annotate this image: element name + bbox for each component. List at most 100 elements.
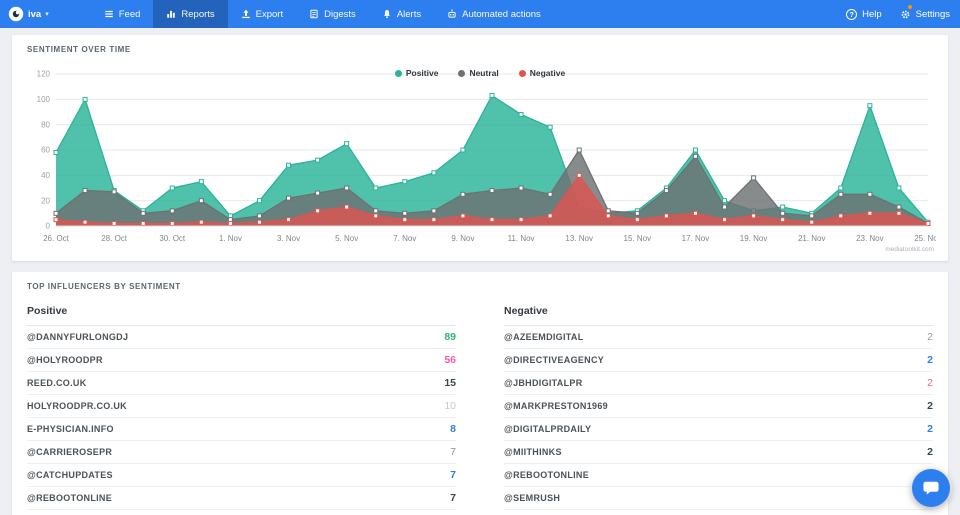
influencer-row[interactable]: @REBOOTONLINE2 — [504, 464, 933, 487]
influencer-name[interactable]: @REBOOTONLINE — [27, 493, 112, 503]
influencer-row[interactable]: HOLYROODPR.CO.UK 10 — [27, 395, 456, 418]
influencer-row[interactable]: @REBOOTONLINE7 — [27, 487, 456, 510]
help-button[interactable]: ? Help — [846, 9, 882, 20]
svg-text:21. Nov: 21. Nov — [798, 234, 826, 243]
watermark: mediatoolkit.com — [24, 246, 936, 259]
influencer-count: 2 — [927, 331, 933, 343]
svg-text:80: 80 — [41, 120, 50, 129]
influencer-name[interactable]: HOLYROODPR.CO.UK — [27, 401, 127, 411]
nav-item-label: Digests — [324, 9, 356, 20]
influencer-name[interactable]: @HOLYROODPR — [27, 355, 103, 365]
chevron-down-icon: ▾ — [45, 10, 49, 18]
nav-item-reports[interactable]: Reports — [153, 0, 227, 28]
nav-item-alerts[interactable]: Alerts — [369, 0, 434, 28]
influencer-name[interactable]: @DIGITALPRDAILY — [504, 424, 591, 434]
settings-label: Settings — [916, 9, 950, 20]
svg-text:20: 20 — [41, 196, 50, 205]
svg-text:25. Nov: 25. Nov — [914, 234, 936, 243]
svg-text:17. Nov: 17. Nov — [682, 234, 710, 243]
influencer-name[interactable]: @SEMRUSH — [504, 493, 560, 503]
legend-label: Negative — [530, 68, 565, 78]
influencer-row[interactable]: @HOLYROODPR 56 — [27, 349, 456, 372]
svg-text:40: 40 — [41, 171, 50, 180]
nav-item-feed[interactable]: Feed — [91, 0, 154, 28]
settings-button[interactable]: Settings — [900, 9, 950, 20]
sentiment-card-title: SENTIMENT OVER TIME — [12, 35, 948, 62]
legend-positive[interactable]: Positive — [395, 68, 439, 78]
influencer-count: 10 — [444, 400, 456, 412]
svg-text:9. Nov: 9. Nov — [451, 234, 474, 243]
influencer-count: 56 — [444, 354, 456, 366]
influencer-row[interactable]: @CARRIEROSEPR 7 — [27, 441, 456, 464]
svg-text:1. Nov: 1. Nov — [219, 234, 242, 243]
nav-items: Feed Reports Export Digests Alerts Automated … — [91, 0, 554, 28]
influencer-name[interactable]: @CARRIEROSEPR — [27, 447, 112, 457]
influencer-name[interactable]: @REBOOTONLINE — [504, 470, 589, 480]
svg-text:13. Nov: 13. Nov — [565, 234, 593, 243]
influencer-count: 2 — [927, 377, 933, 389]
influencer-row[interactable]: @MARKPRESTON1969 2 — [504, 395, 933, 418]
influencer-name[interactable]: @MIITHINKS — [504, 447, 562, 457]
influencer-count: 2 — [927, 400, 933, 412]
influencer-name[interactable]: @AZEEMDIGITAL — [504, 332, 584, 342]
influencer-row[interactable]: @DIRECTIVEAGENCY 2 — [504, 349, 933, 372]
sentiment-chart[interactable]: PositiveNeutralNegative 0204060801001202… — [12, 62, 948, 261]
influencers-card-title: TOP INFLUENCERS BY SENTIMENT — [12, 272, 948, 299]
positive-column-header: Positive — [27, 299, 456, 326]
sentiment-over-time-card: SENTIMENT OVER TIME Positive Neutral Negat… — [12, 35, 948, 261]
influencer-count: 2 — [927, 354, 933, 366]
svg-text:15. Nov: 15. Nov — [624, 234, 652, 243]
top-influencers-card: TOP INFLUENCERS BY SENTIMENT Positive @D… — [12, 272, 948, 515]
nav-item-label: Feed — [119, 9, 141, 20]
chart-legend: Positive Neutral Negative — [12, 68, 948, 78]
influencer-name[interactable]: @CATCHUPDATES — [27, 470, 113, 480]
influencer-row[interactable]: @AZEEMDIGITAL 2 — [504, 326, 933, 349]
top-navbar: iva ▾ Feed Reports Export Digests Alerts Auto… — [0, 0, 960, 28]
chat-bubble-icon — [922, 479, 940, 497]
negative-influencers-column: Negative @AZEEMDIGITAL2@DIRECTIVEAGENCY2… — [504, 299, 933, 515]
influencer-row[interactable]: @DIGITALPRDAILY2 — [504, 418, 933, 441]
influencer-name[interactable]: @DIRECTIVEAGENCY — [504, 355, 604, 365]
influencer-row[interactable]: E-PHYSICIAN.INFO8 — [27, 418, 456, 441]
svg-text:26. Oct: 26. Oct — [43, 234, 70, 243]
influencer-row[interactable]: @RAJEEV965273231 — [504, 510, 933, 515]
brand-menu[interactable]: iva ▾ — [8, 6, 49, 22]
legend-dot-icon — [395, 70, 402, 77]
influencer-row[interactable]: PAGES10.COM7 — [27, 510, 456, 515]
chart-plot-area[interactable]: 02040608010012026. Oct28. Oct30. Oct1. N… — [24, 62, 936, 252]
digests-icon — [309, 9, 319, 19]
reports-icon — [166, 9, 176, 19]
svg-text:19. Nov: 19. Nov — [740, 234, 768, 243]
brand-name: iva — [28, 9, 41, 20]
influencer-count: 2 — [927, 446, 933, 458]
influencer-name[interactable]: @JBHDIGITALPR — [504, 378, 583, 388]
legend-negative[interactable]: Negative — [519, 68, 565, 78]
nav-item-automated-actions[interactable]: Automated actions — [434, 0, 554, 28]
svg-text:11. Nov: 11. Nov — [508, 234, 535, 243]
nav-item-label: Alerts — [397, 9, 421, 20]
feed-icon — [104, 9, 114, 19]
chat-widget-button[interactable] — [912, 469, 950, 507]
svg-text:7. Nov: 7. Nov — [393, 234, 416, 243]
nav-item-label: Export — [256, 9, 283, 20]
influencer-row[interactable]: @MIITHINKS 2 — [504, 441, 933, 464]
influencer-name[interactable]: E-PHYSICIAN.INFO — [27, 424, 114, 434]
influencer-row[interactable]: @JBHDIGITALPR 2 — [504, 372, 933, 395]
influencer-name[interactable]: REED.CO.UK — [27, 378, 87, 388]
positive-influencers-list: @DANNYFURLONGDJ 89 @HOLYROODPR 56 REED.CO.UK… — [27, 326, 456, 515]
influencer-row[interactable]: @CATCHUPDATES7 — [27, 464, 456, 487]
influencer-row[interactable]: @SEMRUSH2 — [504, 487, 933, 510]
svg-text:100: 100 — [37, 95, 51, 104]
legend-neutral[interactable]: Neutral — [458, 68, 498, 78]
influencer-name[interactable]: @MARKPRESTON1969 — [504, 401, 608, 411]
influencer-count: 7 — [450, 446, 456, 458]
svg-text:5. Nov: 5. Nov — [335, 234, 358, 243]
influencer-name[interactable]: @DANNYFURLONGDJ — [27, 332, 128, 342]
influencer-row[interactable]: REED.CO.UK15 — [27, 372, 456, 395]
influencer-row[interactable]: @DANNYFURLONGDJ 89 — [27, 326, 456, 349]
legend-label: Positive — [406, 68, 439, 78]
nav-item-export[interactable]: Export — [228, 0, 296, 28]
nav-item-digests[interactable]: Digests — [296, 0, 369, 28]
influencer-count: 89 — [444, 331, 456, 343]
svg-text:23. Nov: 23. Nov — [856, 234, 884, 243]
